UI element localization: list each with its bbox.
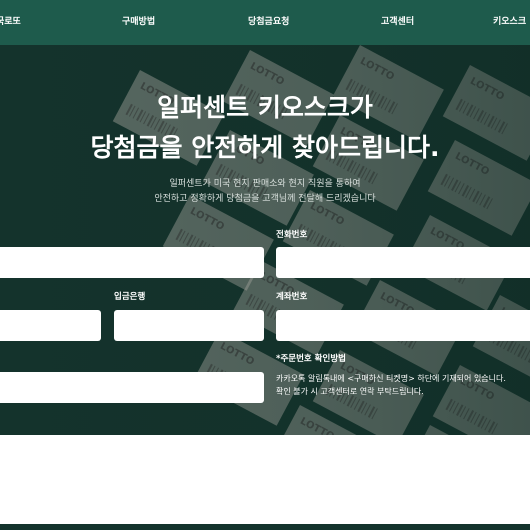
order-note-line2: 확인 불가 시 고객센터로 연락 부탁드립니다.	[276, 387, 424, 396]
nav-item-customer-center[interactable]: 고객센터	[381, 0, 414, 45]
order-number-help-text: 카카오톡 알림톡내에 <구매하신 티켓명> 하단에 기재되어 있습니다. 확인 …	[276, 372, 506, 398]
phone-field[interactable]	[276, 247, 530, 278]
hero-title-line2: 당첨금을 안전하게 찾아드립니다.	[90, 133, 440, 162]
hero-subtitle-line1: 일퍼센트가 미국 현지 판매소와 현지 직원을 통하여	[169, 179, 361, 189]
hero-subtitle: 일퍼센트가 미국 현지 판매소와 현지 직원을 통하여 안전하고 정확하게 당첨…	[0, 177, 530, 207]
name-field[interactable]	[0, 247, 264, 278]
bank-holder-field[interactable]	[0, 310, 101, 341]
order-number-field[interactable]	[0, 372, 264, 403]
nav-item-claim-prize[interactable]: 당첨금요청	[248, 0, 289, 45]
account-label: 계좌번호	[276, 292, 308, 302]
content-area	[0, 435, 530, 525]
order-number-help-title: *주문번호 확인방법	[276, 354, 346, 364]
order-note-line1: 카카오톡 알림톡내에 <구매하신 티켓명> 하단에 기재되어 있습니다.	[276, 374, 506, 383]
hero-title: 일퍼센트 키오스크가 당첨금을 안전하게 찾아드립니다.	[0, 88, 530, 168]
nav-item-home[interactable]: 국로또	[0, 0, 21, 45]
bank-field[interactable]	[114, 310, 264, 341]
hero-title-line1: 일퍼센트 키오스크가	[157, 93, 373, 122]
footer-strip	[0, 524, 530, 530]
phone-label: 전화번호	[276, 230, 308, 240]
account-field[interactable]	[276, 310, 530, 341]
nav-item-how-to-buy[interactable]: 구매방법	[122, 0, 155, 45]
bank-label: 입금은행	[114, 292, 146, 302]
nav-item-kiosk[interactable]: 키오스크	[493, 0, 526, 45]
top-nav: 국로또 구매방법 당첨금요청 고객센터 키오스크	[0, 0, 530, 45]
hero-subtitle-line2: 안전하고 정확하게 당첨금을 고객님께 전달해 드리겠습니다	[154, 194, 376, 204]
